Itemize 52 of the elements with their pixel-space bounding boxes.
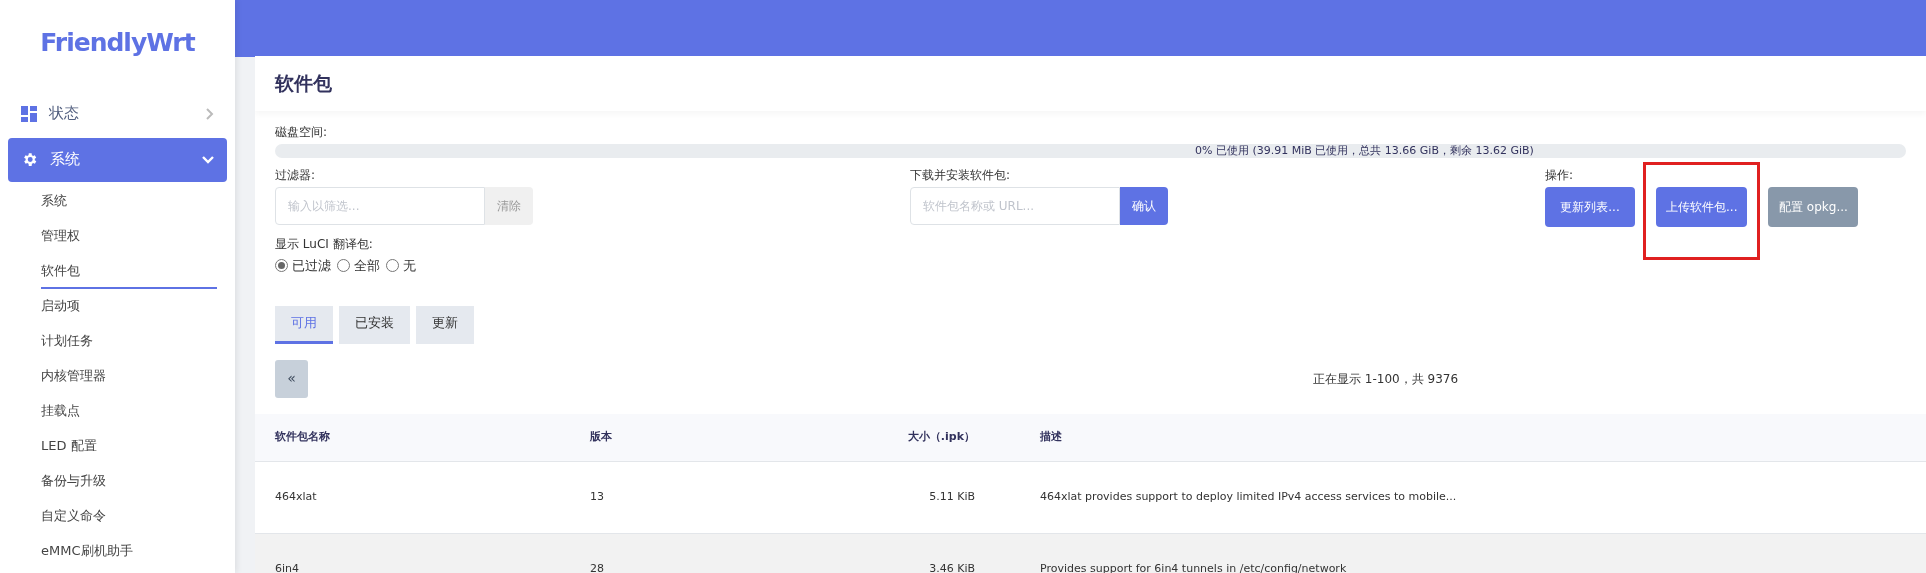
input-field[interactable]: 软件包名称或 URL... bbox=[910, 187, 1120, 225]
field-label: 磁盘空间: bbox=[275, 124, 329, 141]
submenu-item[interactable]: 自定义命令 bbox=[41, 498, 217, 534]
sidebar-item[interactable]: 状态 bbox=[8, 91, 227, 136]
column-header: 描述 bbox=[1040, 429, 1062, 443]
table-cell: 464xlat provides support to deploy limited IPv4 access services to mobile... bbox=[1040, 489, 1457, 503]
tab[interactable]: 已安装 bbox=[339, 305, 410, 344]
action-button[interactable]: 上传软件包... bbox=[1656, 187, 1748, 227]
column-header: 软件包名称 bbox=[275, 429, 330, 443]
table-cell: 464xlat bbox=[275, 489, 317, 503]
settings-icon bbox=[21, 151, 38, 168]
submenu-item[interactable]: 软件包 bbox=[41, 253, 217, 289]
radio-button[interactable] bbox=[337, 259, 350, 273]
action-button[interactable]: 更新列表... bbox=[1545, 187, 1635, 227]
field-label: 过滤器: bbox=[275, 167, 317, 184]
input-field[interactable]: 输入以筛选... bbox=[275, 187, 485, 225]
submenu-item[interactable]: 内核管理器 bbox=[41, 358, 217, 394]
chevron-down-icon bbox=[202, 155, 214, 164]
pagination-status: 正在显示 1-100，共 9376 bbox=[1313, 371, 1459, 386]
tab[interactable]: 更新 bbox=[416, 305, 474, 344]
column-header: 大小（.ipk） bbox=[907, 429, 975, 443]
radio-label: 全部 bbox=[354, 257, 380, 275]
tab[interactable]: 可用 bbox=[275, 305, 333, 344]
submenu-item[interactable]: 挂载点 bbox=[41, 393, 217, 429]
submenu-item[interactable]: LED 配置 bbox=[41, 428, 217, 464]
table-cell: 28 bbox=[590, 561, 604, 573]
radio-button[interactable] bbox=[386, 259, 399, 273]
disk-usage-text: 0% 已使用 (39.91 MiB 已使用，总共 13.66 GiB，剩余 13.62 GiB) bbox=[1195, 144, 1534, 157]
submenu-item[interactable]: 启动项 bbox=[41, 288, 217, 324]
previous-page-button[interactable]: « bbox=[275, 359, 308, 398]
table-cell: 3.46 KiB bbox=[929, 561, 975, 573]
submenu-item[interactable]: 备份与升级 bbox=[41, 463, 217, 499]
submenu-item[interactable]: 计划任务 bbox=[41, 323, 217, 359]
radio-label: 已过滤 bbox=[292, 257, 331, 275]
radio-button[interactable] bbox=[275, 259, 288, 273]
dashboard-icon bbox=[21, 105, 37, 122]
table-cell: 13 bbox=[590, 489, 604, 503]
chevron-right-icon bbox=[206, 107, 214, 120]
column-header: 版本 bbox=[590, 429, 612, 443]
field-label: 操作: bbox=[1545, 167, 1575, 184]
logo: FriendlyWrt bbox=[39, 27, 196, 59]
field-label: 下载并安装软件包: bbox=[910, 167, 1012, 184]
sidebar-item[interactable]: 系统 bbox=[8, 137, 227, 182]
radio-label: 无 bbox=[403, 257, 416, 275]
table-cell: 5.11 KiB bbox=[929, 489, 975, 503]
submenu-item[interactable]: 管理权 bbox=[41, 218, 217, 254]
submenu-item[interactable]: eMMC刷机助手 bbox=[41, 533, 217, 569]
submenu-item[interactable]: 系统 bbox=[41, 183, 217, 219]
table-cell: 6in4 bbox=[275, 561, 300, 573]
confirm-button[interactable]: 确认 bbox=[1120, 187, 1168, 225]
page-title: 软件包 bbox=[255, 56, 1926, 111]
field-label: 显示 LuCI 翻译包: bbox=[275, 236, 374, 253]
